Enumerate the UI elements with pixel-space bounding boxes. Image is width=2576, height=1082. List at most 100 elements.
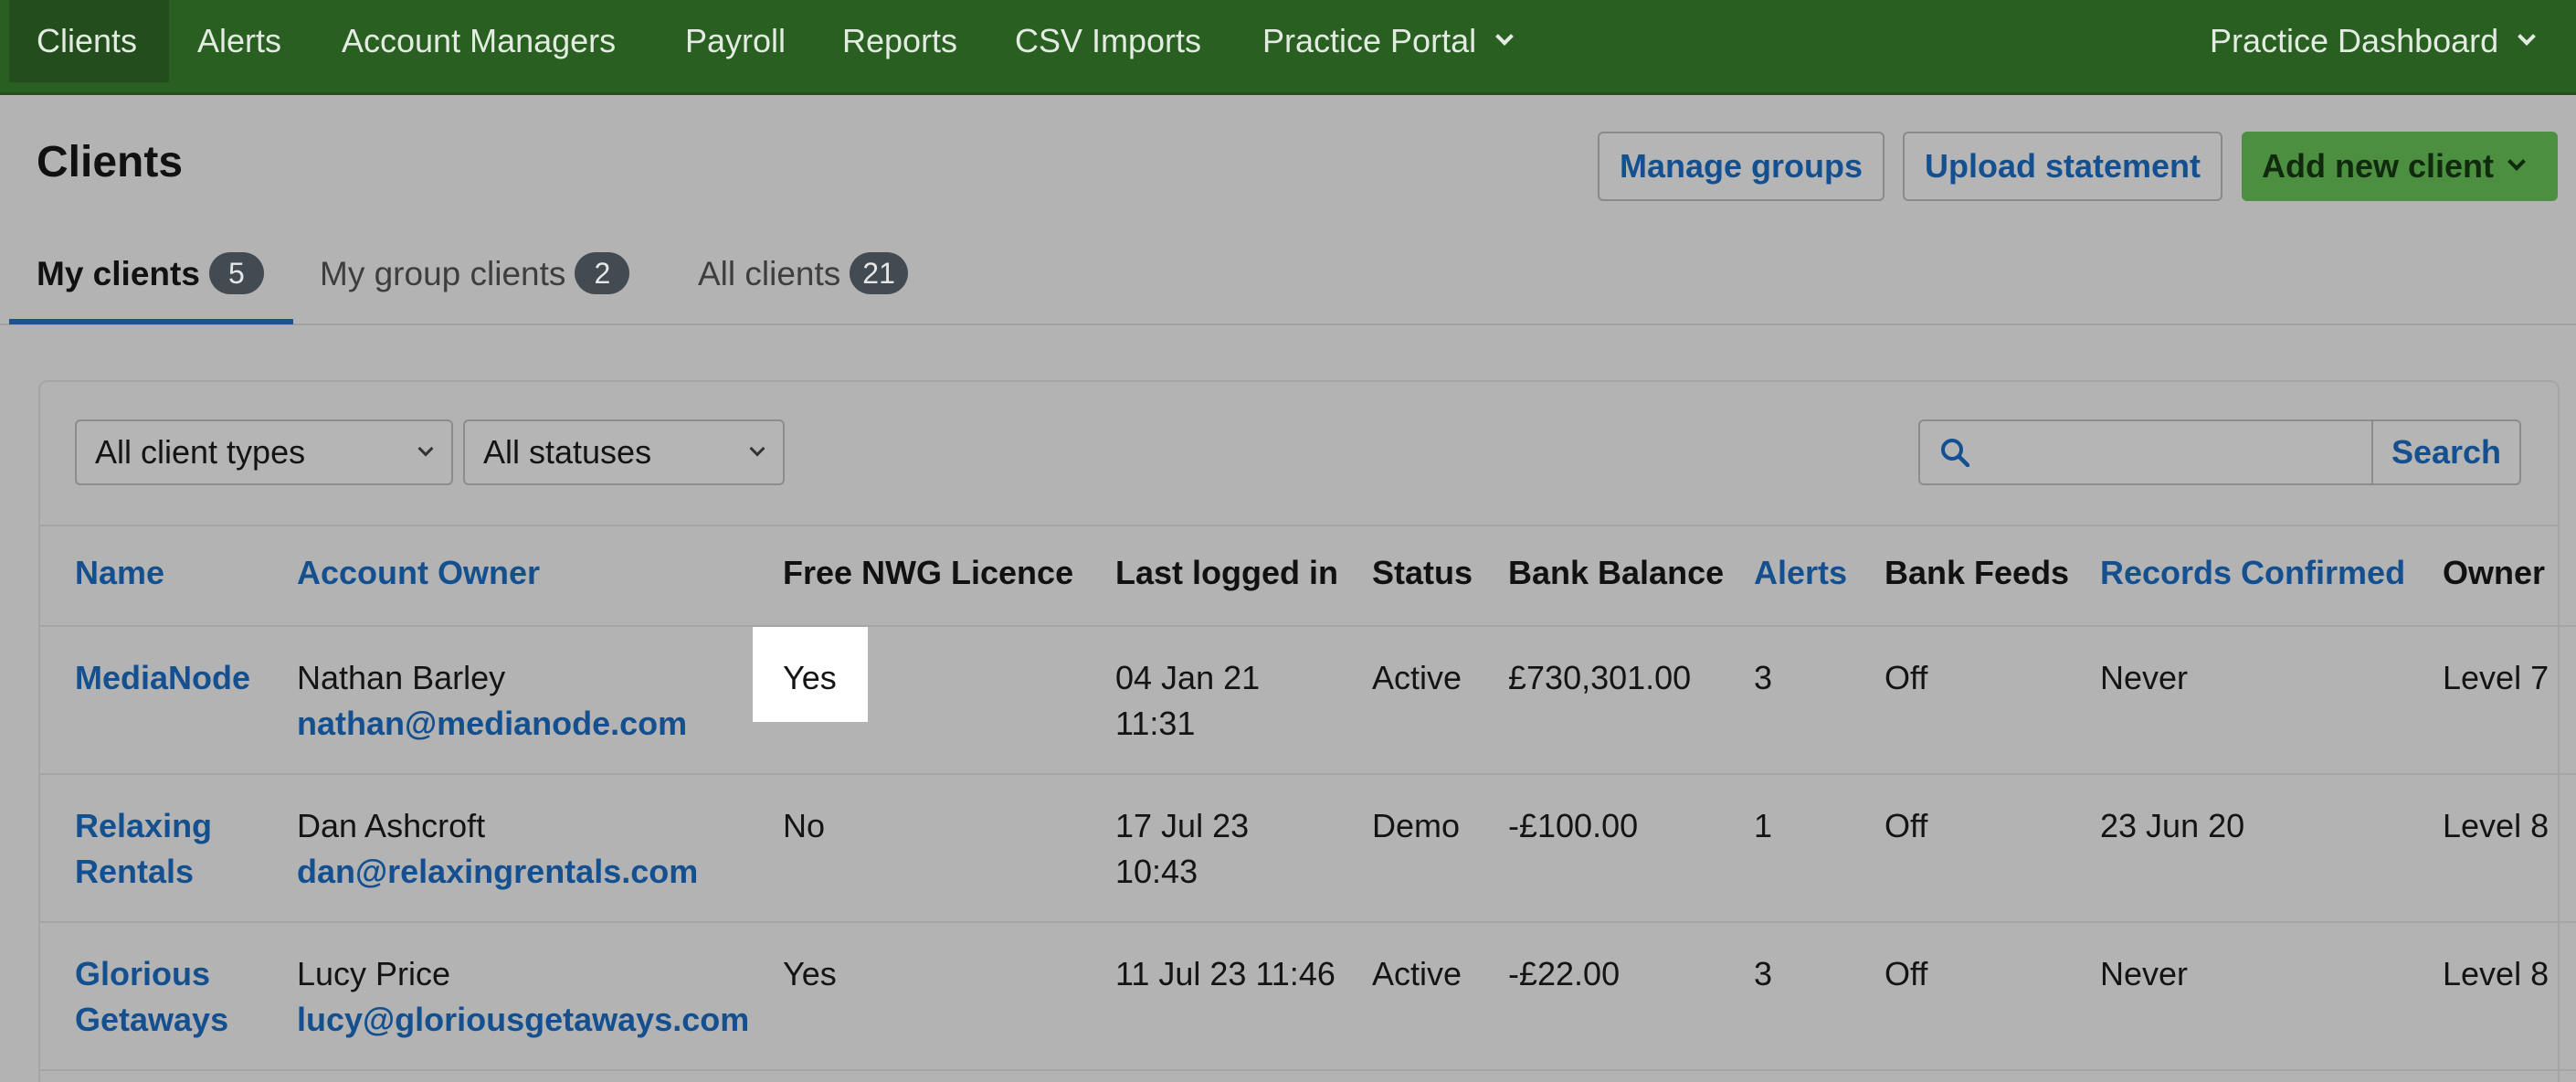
- count-badge: 5: [208, 252, 264, 295]
- tab-my-clients[interactable]: My clients 5: [37, 247, 264, 324]
- nav-item-label: Practice Portal: [1262, 22, 1477, 59]
- owner-cell: Level 8: [2443, 807, 2550, 844]
- chevron-down-icon: [2518, 27, 2537, 47]
- select-value: All client types: [95, 433, 306, 471]
- last-login-cell: 11 Jul 23 11:46: [1115, 951, 1336, 997]
- chevron-down-icon: [417, 440, 434, 457]
- nav-item-csv-imports[interactable]: CSV Imports: [1015, 0, 1201, 82]
- top-navigation: Clients Alerts Account Managers Payroll …: [0, 0, 2576, 95]
- chevron-down-icon: [2507, 153, 2526, 172]
- last-login-date: 04 Jan 21: [1115, 659, 1261, 696]
- bank-balance-cell: -£100.00: [1508, 807, 1639, 844]
- client-name-line: Rentals: [75, 853, 195, 890]
- client-name-line: Getaways: [75, 1001, 229, 1038]
- tab-label: My group clients: [320, 255, 566, 292]
- last-login-date: 17 Jul 23: [1115, 807, 1250, 844]
- nav-item-label: Payroll: [685, 22, 787, 59]
- add-new-client-button[interactable]: Add new client: [2242, 132, 2558, 201]
- search-group: Search: [1918, 419, 2521, 485]
- licence-cell: Yes: [783, 955, 837, 992]
- column-header-bank-feeds: Bank Feeds: [1884, 554, 2070, 591]
- row-divider: [40, 1069, 2576, 1071]
- nav-item-practice-portal[interactable]: Practice Portal: [1262, 0, 1514, 82]
- nav-item-label: Account Managers: [342, 22, 617, 59]
- last-login-time: 11:31: [1115, 705, 1196, 742]
- owner-email-link[interactable]: nathan@medianode.com: [297, 701, 687, 747]
- records-confirmed-cell: 23 Jun 20: [2100, 807, 2245, 844]
- count-badge: 2: [575, 252, 630, 295]
- account-owner-cell: Lucy Price lucy@gloriousgetaways.com: [297, 951, 749, 1043]
- chevron-down-icon: [1495, 27, 1514, 47]
- status-cell: Demo: [1372, 807, 1461, 844]
- count-badge: 21: [850, 252, 908, 295]
- client-name-line: Glorious: [75, 955, 211, 992]
- records-confirmed-cell: Never: [2100, 955, 2189, 992]
- owner-cell: Level 7: [2443, 659, 2550, 696]
- search-button[interactable]: Search: [2373, 421, 2519, 483]
- column-header-status: Status: [1372, 554, 1473, 591]
- tab-label: My clients: [37, 255, 200, 292]
- tab-all-clients[interactable]: All clients 21: [698, 247, 908, 324]
- client-name-link[interactable]: Relaxing Rentals: [75, 803, 212, 895]
- alerts-cell: 1: [1754, 807, 1773, 844]
- add-new-client-label: Add new client: [2262, 147, 2495, 185]
- nav-item-reports[interactable]: Reports: [842, 0, 957, 82]
- nav-item-clients[interactable]: Clients: [9, 0, 169, 82]
- account-owner-cell: Nathan Barley nathan@medianode.com: [297, 655, 687, 747]
- tab-my-group-clients[interactable]: My group clients 2: [320, 247, 630, 324]
- column-header-account-owner[interactable]: Account Owner: [297, 554, 540, 592]
- nav-item-label: CSV Imports: [1015, 22, 1202, 59]
- page-title: Clients: [37, 138, 184, 186]
- owner-name: Dan Ashcroft: [297, 807, 486, 844]
- last-login-date: 11 Jul 23 11:46: [1115, 955, 1336, 992]
- client-type-select[interactable]: All client types: [75, 419, 453, 485]
- row-divider: [40, 625, 2576, 627]
- row-divider: [40, 921, 2576, 923]
- manage-groups-button[interactable]: Manage groups: [1598, 132, 1884, 201]
- search-input[interactable]: [1984, 421, 2368, 483]
- owner-email-link[interactable]: dan@relaxingrentals.com: [297, 849, 698, 895]
- status-select[interactable]: All statuses: [463, 419, 785, 485]
- owner-name: Nathan Barley: [297, 659, 506, 696]
- active-tab-indicator: [9, 319, 293, 324]
- alerts-cell: 3: [1754, 955, 1773, 992]
- bank-feeds-cell: Off: [1884, 659, 1928, 696]
- nav-item-alerts[interactable]: Alerts: [197, 0, 281, 82]
- status-cell: Active: [1372, 955, 1462, 992]
- client-name-link[interactable]: MediaNode: [75, 655, 250, 701]
- column-header-name[interactable]: Name: [75, 554, 164, 592]
- nav-item-label: Practice Dashboard: [2210, 22, 2499, 59]
- search-icon: [1941, 439, 1969, 467]
- column-header-records-confirmed[interactable]: Records Confirmed: [2100, 554, 2405, 592]
- column-header-last-logged-in: Last logged in: [1115, 554, 1339, 591]
- column-header-bank-balance: Bank Balance: [1508, 554, 1725, 591]
- bank-balance-cell: -£22.00: [1508, 955, 1621, 992]
- account-owner-cell: Dan Ashcroft dan@relaxingrentals.com: [297, 803, 698, 895]
- alerts-cell: 3: [1754, 659, 1773, 696]
- client-name-line: MediaNode: [75, 659, 251, 696]
- row-divider: [40, 773, 2576, 775]
- licence-cell: No: [783, 807, 826, 844]
- column-header-alerts[interactable]: Alerts: [1754, 554, 1847, 592]
- column-header-owner: Owner: [2443, 554, 2546, 591]
- client-name-link[interactable]: Glorious Getaways: [75, 951, 228, 1043]
- nav-item-payroll[interactable]: Payroll: [685, 0, 786, 82]
- nav-item-account-managers[interactable]: Account Managers: [342, 0, 616, 82]
- filter-divider: [40, 525, 2558, 526]
- column-header-free-nwg-licence: Free NWG Licence: [783, 554, 1074, 591]
- last-login-time: 10:43: [1115, 853, 1198, 890]
- tabs-divider: [0, 324, 2576, 325]
- practice-dashboard-menu[interactable]: Practice Dashboard: [2210, 0, 2537, 82]
- chevron-down-icon: [749, 440, 765, 457]
- licence-cell: Yes: [783, 659, 837, 696]
- bank-feeds-cell: Off: [1884, 807, 1928, 844]
- owner-email-link[interactable]: lucy@gloriousgetaways.com: [297, 997, 749, 1043]
- upload-statement-button[interactable]: Upload statement: [1903, 132, 2222, 201]
- nav-item-label: Alerts: [197, 22, 282, 59]
- select-value: All statuses: [483, 433, 652, 471]
- records-confirmed-cell: Never: [2100, 659, 2189, 696]
- bank-feeds-cell: Off: [1884, 955, 1928, 992]
- last-login-cell: 04 Jan 21 11:31: [1115, 655, 1260, 747]
- bank-balance-cell: £730,301.00: [1508, 659, 1692, 696]
- owner-cell: Level 8: [2443, 955, 2550, 992]
